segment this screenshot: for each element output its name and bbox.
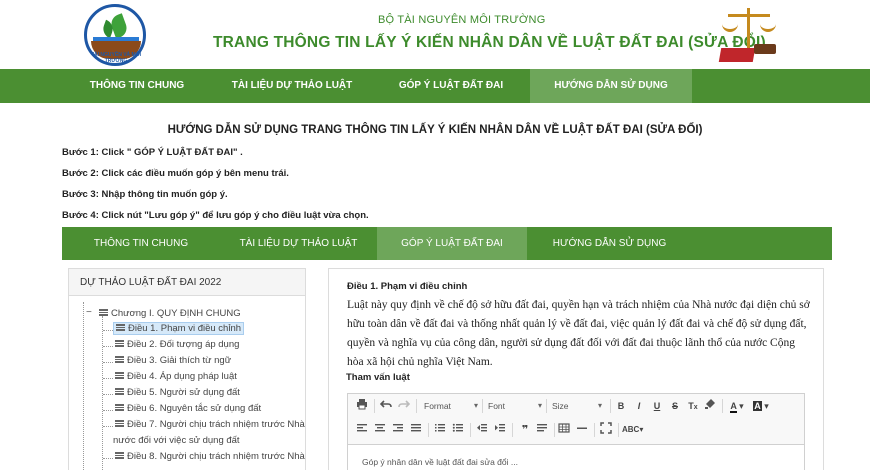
- bold-button[interactable]: B: [614, 398, 628, 414]
- site-header: TÀI NGUYÊN VÀ MÔI TRƯỜNG BỘ TÀI NGUYÊN M…: [0, 0, 870, 68]
- guide-title: HƯỚNG DẪN SỬ DỤNG TRANG THÔNG TIN LẤY Ý …: [167, 124, 703, 136]
- list-icon: [115, 372, 124, 379]
- underline-button[interactable]: U: [650, 398, 664, 414]
- tree-article-label: Điều 2. Đối tượng áp dụng: [127, 339, 240, 350]
- background-color-icon[interactable]: A ▾: [750, 398, 772, 414]
- site-title: TRANG THÔNG TIN LẤY Ý KIẾN NHÂN DÂN VỀ L…: [213, 34, 766, 51]
- tree-article-label: Điều 1. Phạm vi điều chỉnh: [128, 323, 242, 334]
- secondary-nav: THÔNG TIN CHUNG TÀI LIỆU DỰ THẢO LUẬT GÓ…: [62, 227, 832, 260]
- list-icon: [115, 356, 124, 363]
- guide-step-1: Bước 1: Click " GÓP Ý LUẬT ĐẤT ĐAI" .: [62, 147, 243, 158]
- remove-format-icon[interactable]: Tx: [686, 398, 700, 414]
- feedback-editor: Format Font Size B I U S Tx A ▾ A ▾: [347, 393, 805, 470]
- fullscreen-icon[interactable]: [600, 422, 614, 438]
- nav-item-land-law-feedback[interactable]: GÓP Ý LUẬT ĐẤT ĐAI: [372, 69, 530, 103]
- numbered-list-icon[interactable]: [434, 422, 448, 438]
- article-body: Luật này quy định về chế độ sở hữu đất đ…: [347, 299, 810, 368]
- feedback-placeholder: Góp ý nhân dân về luật đất đai sửa đổi .…: [362, 457, 518, 467]
- tree-article-7-continued[interactable]: nước đối với việc sử dụng đất: [113, 435, 240, 446]
- spellcheck-icon[interactable]: ABC▾: [622, 422, 643, 438]
- tree-article-4[interactable]: Điều 4. Áp dụng pháp luật: [115, 371, 237, 382]
- indent-icon[interactable]: [494, 422, 508, 438]
- list-icon: [116, 324, 125, 331]
- align-justify-icon[interactable]: [410, 422, 424, 438]
- font-dropdown[interactable]: Font: [488, 398, 542, 414]
- horizontal-rule-icon[interactable]: [576, 422, 590, 438]
- tree-article-1[interactable]: Điều 1. Phạm vi điều chỉnh: [113, 322, 245, 335]
- logo-text: TÀI NGUYÊN VÀ MÔI TRƯỜNG: [90, 52, 141, 64]
- subnav-item-general-info[interactable]: THÔNG TIN CHUNG: [62, 227, 220, 260]
- size-dropdown[interactable]: Size: [552, 398, 602, 414]
- nav-item-general-info[interactable]: THÔNG TIN CHUNG: [62, 69, 212, 103]
- collapse-chapter-icon[interactable]: −: [86, 307, 92, 318]
- tree-chapter-1[interactable]: Chương I. QUY ĐỊNH CHUNG: [99, 308, 241, 319]
- tree-article-3[interactable]: Điều 3. Giải thích từ ngữ: [115, 355, 231, 366]
- law-tree-panel: DỰ THẢO LUẬT ĐẤT ĐAI 2022 − Chương I. QU…: [68, 268, 306, 470]
- guide-step-2: Bước 2: Click các điều muốn góp ý bên me…: [62, 168, 289, 179]
- list-icon: [99, 309, 108, 316]
- tree-article-label: Điều 6. Nguyên tắc sử dụng đất: [127, 403, 262, 414]
- list-icon: [115, 420, 124, 427]
- editor-toolbar-row-1: Format Font Size B I U S Tx A ▾ A ▾: [348, 394, 804, 418]
- tree-article-label: Điều 8. Người chịu trách nhiệm trước Nhà: [127, 451, 305, 462]
- format-dropdown[interactable]: Format: [424, 398, 478, 414]
- undo-icon[interactable]: [380, 398, 394, 414]
- subnav-item-land-law-feedback[interactable]: GÓP Ý LUẬT ĐẤT ĐAI: [377, 227, 527, 260]
- nav-item-user-guide[interactable]: HƯỚNG DẪN SỬ DỤNG: [530, 69, 692, 103]
- guide-step-4: Bước 4: Click nút "Lưu góp ý" để lưu góp…: [62, 210, 369, 221]
- table-icon[interactable]: [558, 422, 572, 438]
- list-icon: [115, 452, 124, 459]
- list-icon: [115, 404, 124, 411]
- list-icon: [115, 388, 124, 395]
- tree-article-label: Điều 4. Áp dụng pháp luật: [127, 371, 237, 382]
- print-icon[interactable]: [356, 398, 370, 414]
- list-icon: [115, 340, 124, 347]
- main-nav: THÔNG TIN CHUNG TÀI LIỆU DỰ THẢO LUẬT GÓ…: [0, 69, 870, 103]
- ministry-name: BỘ TÀI NGUYÊN MÔI TRƯỜNG: [378, 14, 546, 26]
- tree-article-label: Điều 7. Người chịu trách nhiệm trước Nhà: [127, 419, 305, 430]
- format-painter-icon[interactable]: [704, 398, 718, 414]
- tree-panel-title: DỰ THẢO LUẬT ĐẤT ĐAI 2022: [69, 269, 305, 296]
- blockquote-icon[interactable]: ❞: [518, 422, 532, 438]
- align-right-icon[interactable]: [392, 422, 406, 438]
- tree-article-7[interactable]: Điều 7. Người chịu trách nhiệm trước Nhà: [115, 419, 305, 430]
- scales-of-justice-icon: [718, 4, 780, 66]
- tree-article-8[interactable]: Điều 8. Người chịu trách nhiệm trước Nhà: [115, 451, 305, 462]
- redo-icon[interactable]: [398, 398, 412, 414]
- nav-item-draft-documents[interactable]: TÀI LIỆU DỰ THẢO LUẬT: [212, 69, 372, 103]
- ministry-logo[interactable]: TÀI NGUYÊN VÀ MÔI TRƯỜNG: [84, 4, 152, 66]
- tree-article-label: Điều 5. Người sử dụng đất: [127, 387, 240, 398]
- tree-article-5[interactable]: Điều 5. Người sử dụng đất: [115, 387, 240, 398]
- paragraph-icon[interactable]: [536, 422, 550, 438]
- subnav-item-user-guide[interactable]: HƯỚNG DẪN SỬ DỤNG: [527, 227, 692, 260]
- tree-article-label: Điều 3. Giải thích từ ngữ: [127, 355, 232, 366]
- text-color-icon[interactable]: A ▾: [726, 398, 748, 414]
- tree-article-6[interactable]: Điều 6. Nguyên tắc sử dụng đất: [115, 403, 261, 414]
- bulleted-list-icon[interactable]: [452, 422, 466, 438]
- editor-toolbar-row-2: ❞ ABC▾: [348, 418, 804, 442]
- tree-article-2[interactable]: Điều 2. Đối tượng áp dụng: [115, 339, 239, 350]
- article-title: Điều 1. Phạm vi điều chỉnh: [347, 281, 468, 292]
- tree-chapter-label: Chương I. QUY ĐỊNH CHUNG: [111, 308, 241, 319]
- align-center-icon[interactable]: [374, 422, 388, 438]
- feedback-textarea[interactable]: Góp ý nhân dân về luật đất đai sửa đổi .…: [348, 444, 804, 470]
- align-left-icon[interactable]: [356, 422, 370, 438]
- strikethrough-button[interactable]: S: [668, 398, 682, 414]
- guide-step-3: Bước 3: Nhập thông tin muốn góp ý.: [62, 189, 228, 200]
- subnav-item-draft-documents[interactable]: TÀI LIỆU DỰ THẢO LUẬT: [220, 227, 377, 260]
- outdent-icon[interactable]: [476, 422, 490, 438]
- italic-button[interactable]: I: [632, 398, 646, 414]
- consult-label: Tham vấn luật: [346, 372, 410, 383]
